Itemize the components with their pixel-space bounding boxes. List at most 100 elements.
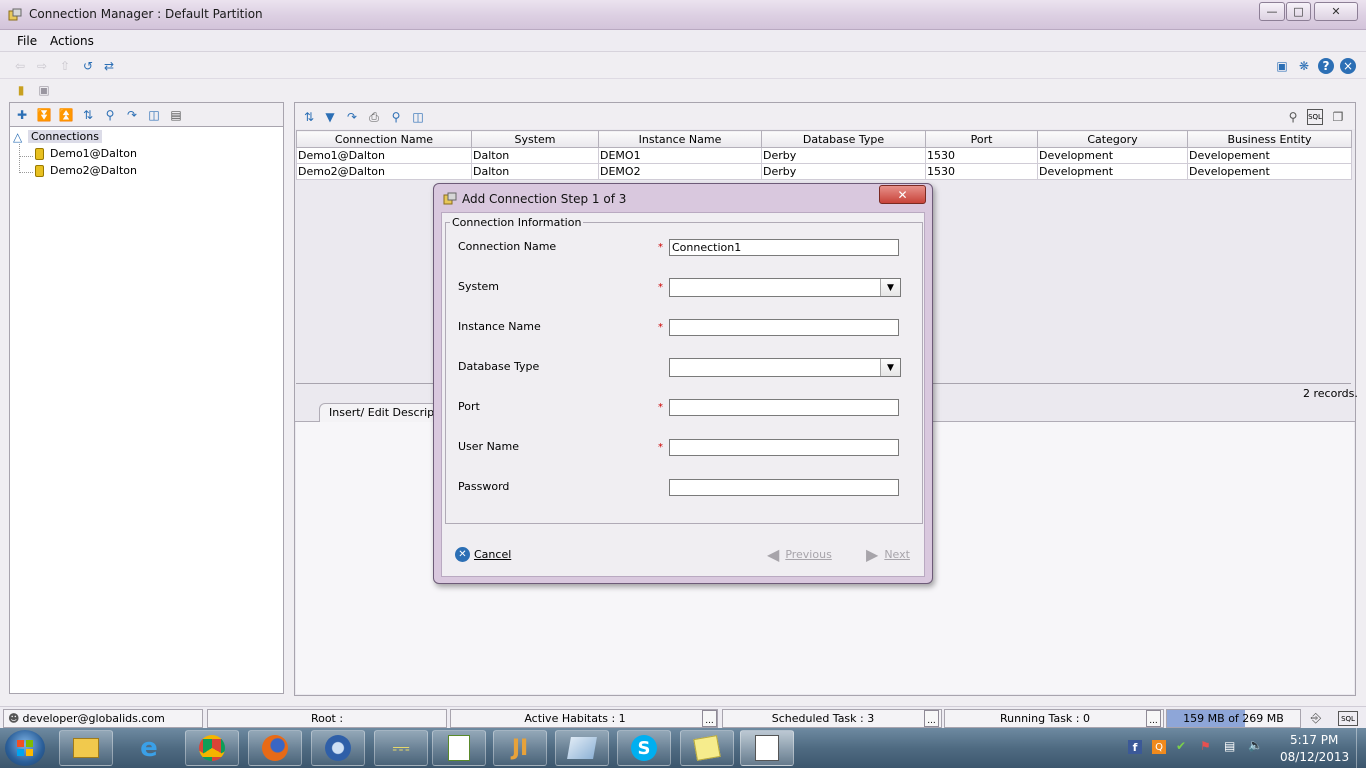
table-row[interactable]: Demo1@Dalton Dalton DEMO1 Derby 1530 Dev… bbox=[296, 147, 1352, 164]
cancel-button[interactable]: ✕ Cancel bbox=[455, 545, 511, 563]
user-icon: ☻ bbox=[8, 712, 20, 725]
sort-icon[interactable]: ⇅ bbox=[80, 107, 96, 123]
network-taskbar-button[interactable]: ⎓ bbox=[374, 730, 428, 766]
preview-icon[interactable]: ⚲ bbox=[1285, 109, 1301, 125]
show-desktop-button[interactable] bbox=[1356, 728, 1366, 768]
connection-manager-taskbar-button[interactable] bbox=[740, 730, 794, 766]
sync-icon[interactable]: ⇄ bbox=[101, 58, 117, 74]
minimize-button[interactable]: — bbox=[1259, 2, 1285, 21]
chevron-down-icon[interactable]: ▼ bbox=[880, 279, 900, 296]
sort-columns-icon[interactable]: ⇅ bbox=[301, 109, 317, 125]
filter-icon[interactable]: ▼ bbox=[322, 109, 338, 125]
password-input[interactable] bbox=[669, 479, 899, 496]
database-type-select[interactable]: ▼ bbox=[669, 358, 901, 377]
search-icon[interactable]: ⚲ bbox=[102, 107, 118, 123]
settings-icon[interactable]: ❋ bbox=[1296, 58, 1312, 74]
window-icon[interactable]: ▣ bbox=[1274, 58, 1290, 74]
back-icon[interactable]: ⇦ bbox=[12, 58, 28, 74]
column-header[interactable]: Port bbox=[925, 130, 1038, 148]
sticky-notes-taskbar-button[interactable] bbox=[680, 730, 734, 766]
tree-item-demo2[interactable]: Demo2@Dalton bbox=[50, 164, 137, 177]
collapse-all-icon[interactable]: ⏫ bbox=[58, 107, 74, 123]
dialog-title: Add Connection Step 1 of 3 bbox=[462, 192, 627, 206]
menu-actions[interactable]: Actions bbox=[50, 34, 94, 48]
refresh-icon[interactable]: ↺ bbox=[80, 58, 96, 74]
sql-status-icon[interactable]: SQL bbox=[1338, 711, 1358, 726]
windows-taskbar: e ⎓ JI S f Q ✔ ⚑ ▤ 🔈 5:17 PM 08/12/2013 bbox=[0, 728, 1366, 768]
sql-icon[interactable]: SQL bbox=[1307, 109, 1323, 125]
root-status: Root : bbox=[207, 709, 447, 728]
running-more-button[interactable]: ... bbox=[1146, 710, 1161, 727]
reload-icon[interactable]: ↷ bbox=[124, 107, 140, 123]
ie-taskbar-button[interactable]: e bbox=[122, 730, 176, 766]
forward-icon[interactable]: ⇨ bbox=[34, 58, 50, 74]
cell: 1530 bbox=[925, 163, 1038, 180]
column-header[interactable]: Instance Name bbox=[598, 130, 762, 148]
column-header[interactable]: Business Entity bbox=[1187, 130, 1352, 148]
explorer-taskbar-button[interactable] bbox=[59, 730, 113, 766]
column-header[interactable]: Connection Name bbox=[296, 130, 472, 148]
required-mark: * bbox=[658, 242, 663, 253]
app-taskbar-button[interactable] bbox=[555, 730, 609, 766]
scheduled-more-button[interactable]: ... bbox=[924, 710, 939, 727]
comment-icon[interactable]: ▣ bbox=[36, 82, 52, 98]
skype-taskbar-button[interactable]: S bbox=[617, 730, 671, 766]
garbage-collect-icon[interactable]: ⎆ bbox=[1306, 710, 1326, 727]
editor-taskbar-button[interactable] bbox=[432, 730, 486, 766]
tree-line bbox=[19, 156, 33, 157]
firefox-taskbar-button[interactable] bbox=[248, 730, 302, 766]
clock-date[interactable]: 08/12/2013 bbox=[1280, 750, 1349, 764]
add-node-icon[interactable]: ✚ bbox=[14, 107, 30, 123]
column-header[interactable]: Category bbox=[1037, 130, 1188, 148]
table-row[interactable]: Demo2@Dalton Dalton DEMO2 Derby 1530 Dev… bbox=[296, 163, 1352, 180]
habitats-more-button[interactable]: ... bbox=[702, 710, 717, 727]
help-icon[interactable]: ? bbox=[1318, 58, 1334, 74]
menu-file[interactable]: File bbox=[17, 34, 37, 48]
tree-item-demo1[interactable]: Demo1@Dalton bbox=[50, 147, 137, 160]
next-button[interactable]: ▶ Next bbox=[866, 545, 910, 564]
tree-root-connections[interactable]: Connections bbox=[28, 130, 102, 143]
chevron-down-icon[interactable]: ▼ bbox=[880, 359, 900, 376]
reload-icon[interactable]: ↷ bbox=[344, 109, 360, 125]
copy-icon[interactable]: ❐ bbox=[1330, 109, 1346, 125]
instance-name-input[interactable] bbox=[669, 319, 899, 336]
qq-icon[interactable]: Q bbox=[1152, 740, 1166, 754]
volume-icon[interactable]: 🔈 bbox=[1248, 738, 1263, 752]
running-task-status: Running Task : 0 bbox=[944, 709, 1164, 728]
column-header[interactable]: Database Type bbox=[761, 130, 926, 148]
chrome-icon bbox=[199, 735, 225, 761]
check-icon[interactable]: ✔ bbox=[1176, 739, 1186, 753]
system-select[interactable]: ▼ bbox=[669, 278, 901, 297]
clock-time[interactable]: 5:17 PM bbox=[1290, 733, 1338, 747]
hierarchy-icon[interactable]: ◫ bbox=[410, 109, 426, 125]
up-icon[interactable]: ⇧ bbox=[57, 58, 73, 74]
hierarchy-icon[interactable]: ◫ bbox=[146, 107, 162, 123]
dialog-close-button[interactable]: ✕ bbox=[879, 185, 926, 204]
cancel-icon: ✕ bbox=[455, 546, 470, 562]
print-icon[interactable]: ⎙ bbox=[366, 109, 382, 125]
required-mark: * bbox=[658, 402, 663, 413]
network-status-icon[interactable]: ▤ bbox=[1224, 739, 1235, 753]
column-header[interactable]: System bbox=[471, 130, 599, 148]
ide-taskbar-button[interactable]: JI bbox=[493, 730, 547, 766]
new-connection-icon[interactable]: ▮ bbox=[13, 82, 29, 98]
connection-name-input[interactable]: Connection1 bbox=[669, 239, 899, 256]
table-view-icon[interactable]: ▤ bbox=[168, 107, 184, 123]
exit-icon[interactable]: × bbox=[1340, 58, 1356, 74]
search-icon[interactable]: ⚲ bbox=[388, 109, 404, 125]
facebook-icon[interactable]: f bbox=[1128, 740, 1142, 754]
database-icon bbox=[35, 165, 44, 177]
window-app-icon bbox=[567, 737, 597, 759]
internet-explorer-icon: e bbox=[140, 733, 158, 763]
flag-icon[interactable]: ⚑ bbox=[1200, 739, 1211, 753]
thunderbird-taskbar-button[interactable] bbox=[311, 730, 365, 766]
expand-all-icon[interactable]: ⏬ bbox=[36, 107, 52, 123]
user-name-input[interactable] bbox=[669, 439, 899, 456]
chrome-taskbar-button[interactable] bbox=[185, 730, 239, 766]
close-button[interactable]: ✕ bbox=[1314, 2, 1358, 21]
maximize-button[interactable]: □ bbox=[1286, 2, 1311, 21]
database-icon bbox=[35, 148, 44, 160]
previous-button[interactable]: ◀ Previous bbox=[767, 545, 832, 564]
start-button[interactable] bbox=[5, 730, 45, 766]
port-input[interactable] bbox=[669, 399, 899, 416]
